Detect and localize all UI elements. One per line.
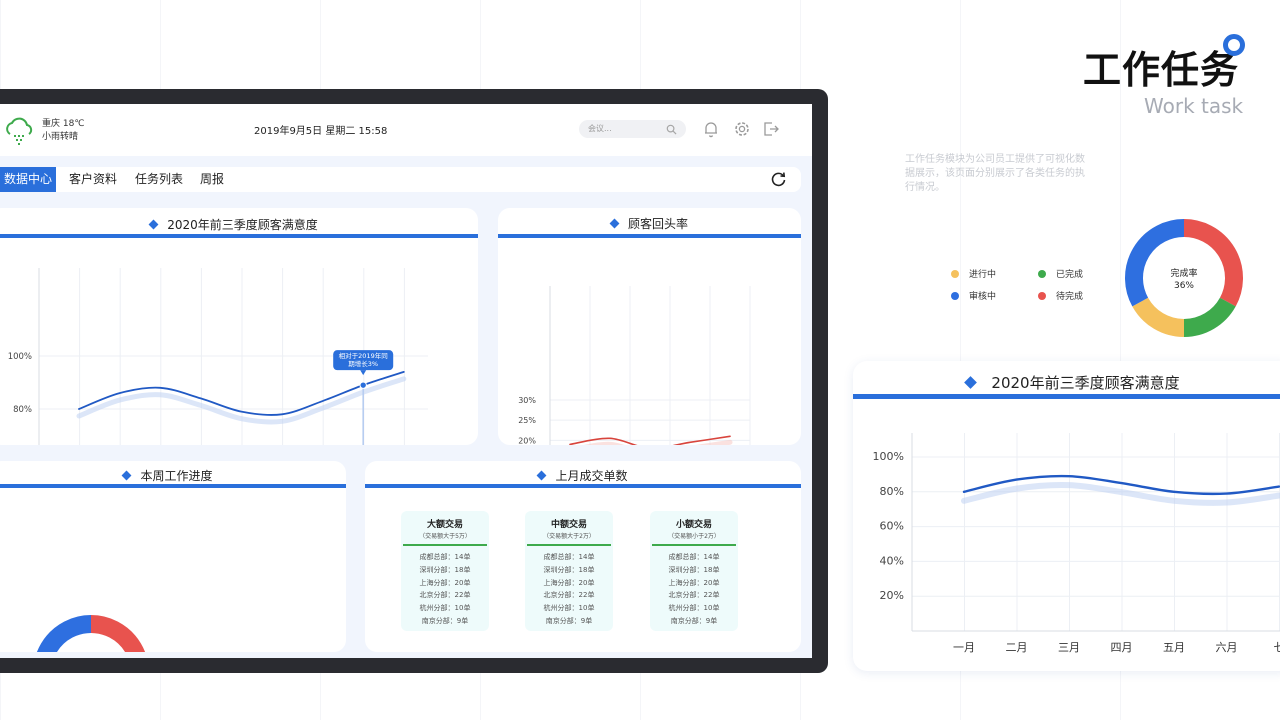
card-row: 北京分部：22单 (419, 591, 471, 600)
title-underline (365, 484, 801, 488)
title-ring-icon (1223, 34, 1245, 56)
progress-donut-chart: 完成率36%进行中已完成审核中待完成 (36, 615, 146, 652)
card-row: 杭州分部：10单 (668, 604, 720, 613)
card-row: 上海分部：20单 (668, 578, 720, 587)
legend-reviewing: 审核中 (951, 289, 996, 302)
logout-icon[interactable] (762, 120, 780, 138)
satisfaction-chart: 100%80%60%40%20%一月二月三月四月五月六月七月八月九月相对于201… (8, 268, 428, 445)
y-tick-label: 80% (13, 405, 32, 415)
card-row: 杭州分部：10单 (419, 604, 471, 613)
donut-center-value: 36% (1174, 281, 1194, 291)
annotation-text: 相对于2019年同 (339, 351, 388, 360)
card-row: 深圳分部：18单 (543, 565, 595, 574)
deals-title: 上月成交单数 (555, 469, 628, 483)
y-tick-label: 20% (880, 589, 904, 602)
y-tick-label: 20% (518, 436, 536, 445)
card-row: 南京分部：9单 (670, 616, 718, 625)
series-line-shadow (583, 439, 733, 445)
legend-in-progress: 进行中 (951, 267, 996, 280)
x-tick-label: 七 (1274, 641, 1280, 654)
card-subtitle: （交易额小于2万） (668, 533, 720, 540)
y-tick-label: 30% (518, 396, 536, 405)
x-tick-label: 六月 (1216, 641, 1238, 654)
legend-completed: 已完成 (1038, 267, 1083, 280)
bell-icon[interactable] (702, 120, 720, 138)
donut-slice (1183, 297, 1236, 337)
legend-pending: 待完成 (1038, 289, 1083, 302)
search-input[interactable]: 会议... (579, 120, 686, 138)
page-description: 工作任务模块为公司员工提供了可视化数据展示，该页面分别展示了各类任务的执行情况。 (905, 154, 1085, 193)
page-title: 工作任务 (1083, 48, 1240, 92)
large-deals-card: 大额交易 （交易额大于5万） 成都总部：14单 深圳分部：18单 上海分部：20… (401, 511, 489, 631)
card-title: 大额交易 (426, 520, 463, 530)
card-row: 杭州分部：10单 (543, 604, 595, 613)
datetime: 2019年9月5日 星期二 15:58 (254, 126, 388, 137)
page-subtitle: Work task (1144, 94, 1244, 118)
donut-slice (90, 615, 145, 652)
card-subtitle: （交易额大于2万） (543, 533, 595, 540)
small-deals-card: 小额交易 （交易额小于2万） 成都总部：14单 深圳分部：18单 上海分部：20… (650, 511, 738, 631)
gear-icon[interactable] (733, 120, 751, 138)
weather-widget: 重庆 18℃ 小雨转晴 (2, 116, 84, 146)
x-tick-label: 五月 (1163, 641, 1185, 654)
tab-customer-info[interactable]: 客户资料 (69, 167, 117, 192)
refresh-icon[interactable] (770, 171, 787, 188)
card-row: 深圳分部：18单 (668, 565, 720, 574)
donut-slice (37, 615, 92, 652)
tab-weekly-report[interactable]: 周报 (200, 167, 224, 192)
card-row: 成都总部：14单 (543, 553, 595, 561)
card-row: 深圳分部：18单 (419, 565, 471, 574)
big-satisfaction-panel: 2020年前三季度顾客满意度 100% 80% 60% 40% 20% 一月 二月 三月 四月五… (853, 361, 1280, 671)
card-row: 成都总部：14单 (419, 553, 471, 561)
series-line-shadow (76, 376, 407, 425)
x-tick-label: 一月 (953, 641, 975, 654)
tab-task-list[interactable]: 任务列表 (135, 167, 183, 192)
weather-condition: 小雨转晴 (42, 132, 79, 142)
y-tick-label: 60% (880, 520, 904, 533)
return-rate-panel: 顾客回头率 30%25%20%15%10%5%周一周二周三周四周五 (498, 208, 801, 445)
satisfaction-panel: 2020年前三季度顾客满意度 100%80%60%40%20%一月二月三月四月五… (0, 208, 478, 445)
weather-city-temp: 重庆 18℃ (42, 119, 85, 129)
tab-data-center[interactable]: 数据中心 (0, 167, 57, 192)
card-row: 北京分部：22单 (668, 591, 720, 600)
card-row: 上海分部：20单 (419, 578, 471, 587)
progress-panel: 本周工作进度 完成率36%进行中已完成审核中待完成 (0, 461, 346, 652)
title-diamond-icon (537, 470, 547, 481)
search-placeholder: 会议... (588, 124, 612, 133)
annotation-tooltip-arrow (360, 370, 367, 376)
card-row: 南京分部：9单 (421, 616, 469, 625)
y-tick-label: 100% (8, 352, 32, 362)
deals-panel: 上月成交单数 大额交易 （交易额大于5万） 成都总部：14单 深圳分部：18单 … (365, 461, 801, 652)
rain-cloud-icon (6, 117, 33, 145)
y-tick-label: 40% (880, 554, 904, 567)
medium-deals-card: 中额交易 （交易额大于2万） 成都总部：14单 深圳分部：18单 上海分部：20… (525, 511, 613, 631)
card-title: 小额交易 (675, 520, 712, 530)
y-tick-label: 25% (518, 416, 536, 425)
card-row: 南京分部：9单 (545, 616, 593, 625)
card-title: 中额交易 (550, 520, 587, 530)
top-bar: 重庆 18℃ 小雨转晴 2019年9月5日 星期二 15:58 会议... (0, 104, 812, 156)
dashboard-screen: 重庆 18℃ 小雨转晴 2019年9月5日 星期二 15:58 会议... 数据… (0, 104, 812, 658)
big-satisfaction-chart: 100% 80% 60% 40% 20% 一月 二月 三月 四月 五月 六月 七 (873, 433, 1280, 654)
donut-slice (1132, 297, 1185, 337)
search-icon[interactable] (666, 124, 677, 135)
annotation-text: 期增长3% (348, 359, 378, 368)
card-subtitle: （交易额大于5万） (419, 533, 471, 540)
x-tick-label: 三月 (1058, 641, 1080, 654)
nav-bar: 数据中心 客户资料 任务列表 周报 (0, 167, 801, 192)
annotation-point (359, 381, 367, 389)
card-row: 上海分部：20单 (543, 578, 595, 587)
y-tick-label: 100% (873, 450, 904, 463)
task-donut-chart: 完成率 36% (1125, 219, 1243, 337)
return-rate-chart: 30%25%20%15%10%5%周一周二周三周四周五 (518, 286, 751, 445)
y-tick-label: 80% (880, 485, 904, 498)
x-tick-label: 二月 (1006, 641, 1028, 654)
donut-center-label: 完成率 (1170, 267, 1197, 279)
card-row: 成都总部：14单 (668, 553, 720, 561)
x-tick-label: 四月 (1111, 641, 1133, 654)
card-row: 北京分部：22单 (543, 591, 595, 600)
